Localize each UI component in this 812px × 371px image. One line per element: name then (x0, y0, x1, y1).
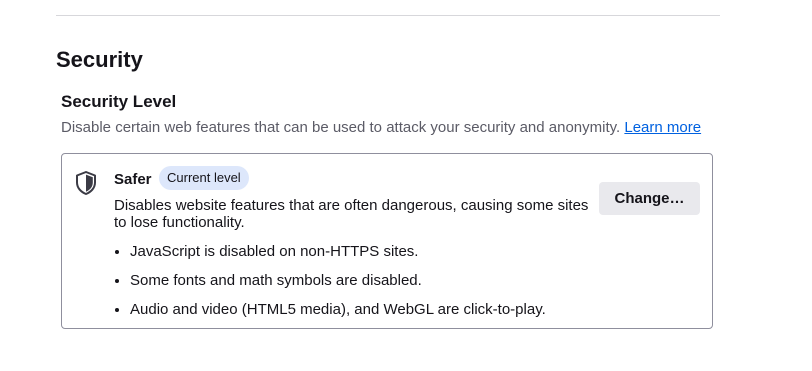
change-security-level-button[interactable]: Change… (599, 182, 700, 215)
current-level-badge: Current level (159, 166, 249, 190)
learn-more-link[interactable]: Learn more (624, 119, 701, 136)
security-level-title: Security Level (61, 92, 177, 111)
section-title: Security (56, 47, 143, 72)
security-settings-page: Security Security Level Disable certain … (0, 0, 812, 371)
security-level-description-text: Disable certain web features that can be… (61, 119, 621, 136)
shield-icon (76, 171, 96, 195)
list-item: Some fonts and math symbols are disabled… (130, 271, 546, 300)
security-level-feature-list: JavaScript is disabled on non-HTTPS site… (114, 242, 546, 329)
current-security-level-panel: Safer Current level Disables website fea… (61, 153, 713, 329)
list-item: JavaScript is disabled on non-HTTPS site… (130, 242, 546, 271)
list-item: Audio and video (HTML5 media), and WebGL… (130, 300, 546, 329)
security-level-name: Safer (114, 171, 152, 188)
security-level-details: Disables website features that are often… (114, 197, 589, 231)
section-divider (56, 15, 720, 16)
security-level-description: Disable certain web features that can be… (61, 118, 701, 137)
